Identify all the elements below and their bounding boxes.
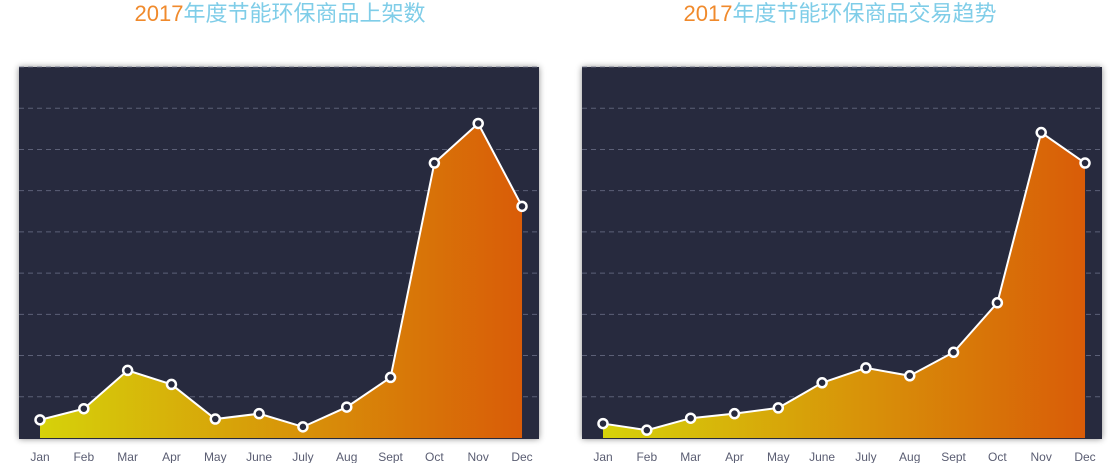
data-point-aug	[340, 401, 353, 413]
series-area	[603, 132, 1086, 438]
x-tick-label: Dec	[1074, 450, 1095, 463]
x-tick-label: July	[292, 450, 313, 463]
data-point-sept	[947, 346, 960, 359]
data-point-feb	[78, 402, 90, 415]
data-point-apr	[165, 378, 178, 391]
right-chart-panel: 2017年度节能环保商品交易趋势 Jan Feb Mar Apr May June July…	[560, 0, 1120, 463]
x-tick-label: Sept	[941, 450, 966, 463]
data-point-mar	[684, 412, 697, 424]
data-point-jan	[34, 414, 46, 426]
data-point-aug	[903, 370, 916, 382]
data-point-feb	[641, 424, 653, 436]
x-tick-label: Feb	[636, 450, 657, 463]
data-point-may	[772, 402, 785, 414]
x-tick-label: Nov	[468, 450, 489, 463]
data-point-may	[209, 413, 222, 425]
data-point-mar	[121, 364, 134, 377]
x-tick-label: Dec	[511, 450, 532, 463]
x-tick-label: Mar	[680, 450, 701, 463]
x-tick-label: Oct	[988, 450, 1007, 463]
series-area	[40, 123, 523, 439]
x-tick-label: Apr	[725, 450, 744, 463]
area-chart-left: Jan Feb Mar Apr May June July Aug Sept Oct Nov Dec	[19, 66, 539, 463]
data-point-oct	[428, 157, 441, 169]
data-point-nov	[1035, 126, 1047, 139]
data-point-oct	[991, 297, 1004, 309]
data-point-nov	[472, 117, 484, 130]
x-tick-label: Oct	[425, 450, 444, 463]
x-tick-label: Mar	[117, 450, 138, 463]
x-tick-label: Aug	[899, 450, 920, 463]
x-tick-label: Nov	[1031, 450, 1052, 463]
x-tick-label: May	[204, 450, 227, 463]
data-point-july	[297, 421, 309, 433]
x-tick-label: Jan	[593, 450, 612, 463]
x-tick-label: Jan	[30, 450, 49, 463]
data-point-jan	[597, 417, 609, 430]
x-tick-label: Feb	[73, 450, 94, 463]
data-point-july	[860, 362, 872, 374]
data-point-june	[816, 377, 828, 389]
data-point-dec	[516, 200, 528, 213]
data-point-dec	[1079, 157, 1091, 169]
data-point-june	[253, 407, 265, 420]
x-tick-label: June	[246, 450, 272, 463]
x-tick-label: July	[855, 450, 876, 463]
x-tick-label: May	[767, 450, 790, 463]
data-point-sept	[384, 371, 397, 384]
x-tick-label: Sept	[378, 450, 403, 463]
x-tick-label: June	[809, 450, 835, 463]
left-chart-panel: 2017年度节能环保商品上架数 Jan Feb Mar Apr May June July A…	[0, 0, 560, 463]
data-point-apr	[728, 407, 741, 420]
x-tick-label: Aug	[336, 450, 357, 463]
x-tick-label: Apr	[162, 450, 181, 463]
area-chart-right: Jan Feb Mar Apr May June July Aug Sept Oct Nov Dec	[582, 66, 1102, 463]
